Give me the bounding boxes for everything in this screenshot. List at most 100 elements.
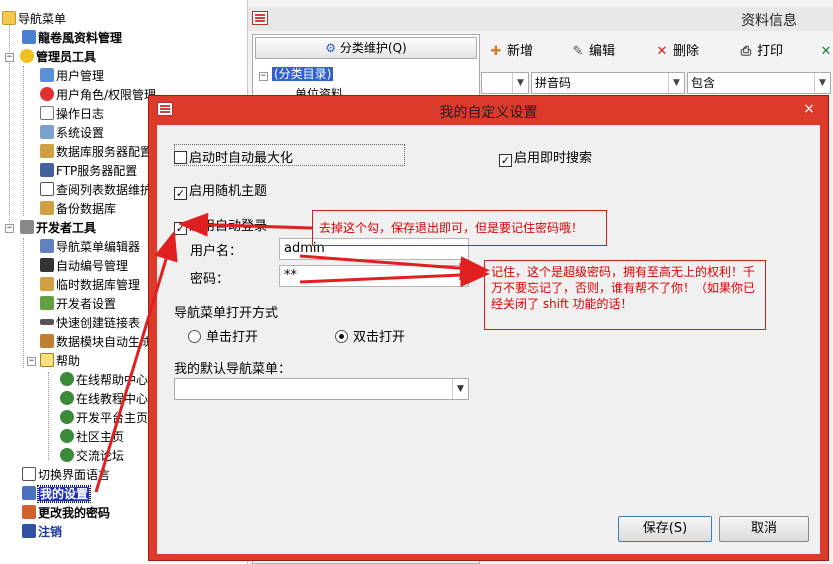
- tree-item-dev-settings[interactable]: 开发者设置: [40, 295, 116, 314]
- chevron-down-icon: ▼: [814, 73, 830, 93]
- close-button[interactable]: ×: [798, 100, 820, 118]
- auto-login-checkbox[interactable]: ✓ 启用自动登录: [174, 215, 267, 235]
- tree-root[interactable]: 导航菜单: [2, 10, 66, 29]
- tree-item-forum[interactable]: 交流论坛: [60, 447, 124, 466]
- no-entry-icon: [40, 87, 54, 101]
- check-icon: ✓: [499, 154, 512, 167]
- globe-icon: [60, 429, 74, 443]
- password-field[interactable]: **: [279, 265, 469, 287]
- username-label: 用户名：: [190, 244, 243, 259]
- tree-item-module-gen[interactable]: 数据模块自动生成: [40, 333, 152, 352]
- single-click-radio[interactable]: 单击打开: [188, 326, 258, 345]
- tree-item-quick-link[interactable]: 快速创建链接表: [40, 314, 140, 333]
- check-icon: ✓: [174, 222, 187, 235]
- category-root[interactable]: − (分类目录): [259, 65, 334, 82]
- tree-item-community[interactable]: 社区主页: [60, 428, 124, 447]
- default-menu-label: 我的默认导航菜单：: [174, 362, 292, 377]
- tree-connector: [23, 66, 24, 216]
- tree-item-lookup-list[interactable]: 查阅列表数据维护: [40, 181, 152, 200]
- collapse-toggle[interactable]: −: [259, 72, 268, 81]
- add-icon: ✚: [490, 44, 502, 59]
- radio-dot: [188, 330, 201, 343]
- tree-item-my-settings[interactable]: 我的设置: [22, 485, 92, 504]
- wand-icon: [40, 334, 54, 348]
- search-field-select[interactable]: 拼音码 ▼: [531, 72, 685, 94]
- chevron-down-icon: ▼: [512, 73, 528, 93]
- collapse-toggle[interactable]: −: [5, 224, 14, 233]
- tree-item-logout[interactable]: 注销: [22, 523, 62, 542]
- double-click-radio[interactable]: 双击打开: [335, 326, 405, 345]
- category-maintain-button[interactable]: ⚙ 分类维护(Q): [255, 37, 477, 59]
- tree-item-language[interactable]: 切换界面语言: [22, 466, 110, 485]
- collapse-toggle[interactable]: −: [5, 53, 14, 62]
- chevron-down-icon: ▼: [668, 73, 684, 93]
- search-operator-select[interactable]: 包含 ▼: [687, 72, 831, 94]
- random-theme-checkbox[interactable]: ✓ 启用随机主题: [174, 180, 267, 200]
- excel-icon: ✕: [820, 44, 832, 59]
- checkbox-box: [174, 151, 187, 164]
- export-button[interactable]: ✕: [818, 42, 833, 62]
- delete-button[interactable]: ✕ 删除: [654, 42, 699, 62]
- list-icon: [40, 182, 54, 196]
- tree-item-online-help[interactable]: 在线帮助中心: [60, 371, 148, 390]
- globe-icon: [60, 372, 74, 386]
- default-menu-select[interactable]: ▼: [174, 378, 469, 400]
- document-icon: [40, 106, 54, 120]
- filter-field-select[interactable]: ▼: [481, 72, 529, 94]
- window-icon: [252, 11, 268, 25]
- tree-item-dev-tools[interactable]: 开发者工具: [20, 219, 96, 238]
- link-icon: [40, 319, 54, 325]
- tree-item-db-server[interactable]: 数据库服务器配置: [40, 143, 152, 162]
- globe-icon: [60, 410, 74, 424]
- tree-item-auto-number[interactable]: 自动编号管理: [40, 257, 128, 276]
- tree-item-role-perm[interactable]: 用户角色/权限管理: [40, 86, 156, 105]
- dialog-titlebar: 我的自定义设置 ×: [149, 96, 828, 124]
- backup-icon: [40, 201, 54, 215]
- tree-item-temp-db[interactable]: 临时数据库管理: [40, 276, 140, 295]
- annotation-super-password-note: 记住，这个是超级密码，拥有至高无上的权利！千万不要忘记了，否则，谁有帮不了你！（…: [484, 260, 766, 330]
- tree-item-change-password[interactable]: 更改我的密码: [22, 504, 110, 523]
- tools-icon: [20, 220, 34, 234]
- temp-db-icon: [40, 277, 54, 291]
- nav-editor-icon: [40, 239, 54, 253]
- maximize-on-start-checkbox[interactable]: 启动时自动最大化: [174, 147, 293, 166]
- cancel-button[interactable]: 取消: [719, 516, 809, 542]
- window-titlebar: 资料信息: [248, 7, 833, 31]
- tree-connector: [9, 12, 10, 222]
- tree-item-online-tutorial[interactable]: 在线教程中心: [60, 390, 148, 409]
- user-settings-icon: [22, 486, 36, 500]
- tree-item-sys-settings[interactable]: 系统设置: [40, 124, 104, 143]
- folder-icon: [2, 11, 16, 25]
- ftp-icon: [40, 163, 54, 177]
- collapse-toggle[interactable]: −: [27, 357, 36, 366]
- check-icon: ✓: [174, 187, 187, 200]
- tree-item-user-mgmt[interactable]: 用户管理: [40, 67, 104, 86]
- tree-item-admin-tools[interactable]: 管理员工具: [20, 48, 96, 67]
- tree-item-nav-editor[interactable]: 导航菜单编辑器: [40, 238, 140, 257]
- globe-icon: [60, 391, 74, 405]
- tree-item-tornado-data[interactable]: 龍卷風资料管理: [22, 29, 122, 48]
- tree-item-ftp[interactable]: FTP服务器配置: [40, 162, 137, 181]
- open-mode-label: 导航菜单打开方式: [174, 306, 279, 321]
- globe-icon: [60, 448, 74, 462]
- password-label: 密码：: [190, 272, 230, 287]
- tree-item-backup[interactable]: 备份数据库: [40, 200, 116, 219]
- tree-item-help[interactable]: 帮助: [40, 352, 80, 371]
- gear-icon: [40, 296, 54, 310]
- save-button[interactable]: 保存(S): [618, 516, 712, 542]
- delete-icon: ✕: [656, 44, 668, 59]
- edit-icon: ✎: [572, 44, 584, 59]
- edit-button[interactable]: ✎ 编辑: [570, 42, 615, 62]
- add-button[interactable]: ✚ 新增: [488, 42, 533, 62]
- dialog-body: 启动时自动最大化 ✓ 启用即时搜索 ✓ 启用随机主题 ✓ 启用自动登录 用户名： ad…: [157, 125, 820, 554]
- tornado-icon: [22, 30, 36, 44]
- instant-search-checkbox[interactable]: ✓ 启用即时搜索: [499, 147, 592, 167]
- print-button[interactable]: ⎙ 打印: [738, 42, 783, 62]
- star-icon: [20, 49, 34, 63]
- tree-item-dev-home[interactable]: 开发平台主页: [60, 409, 148, 428]
- tree-item-op-log[interactable]: 操作日志: [40, 105, 104, 124]
- tree-connector: [23, 238, 24, 368]
- settings-doc-icon: [40, 125, 54, 139]
- users-icon: [40, 68, 54, 82]
- language-icon: [22, 467, 36, 481]
